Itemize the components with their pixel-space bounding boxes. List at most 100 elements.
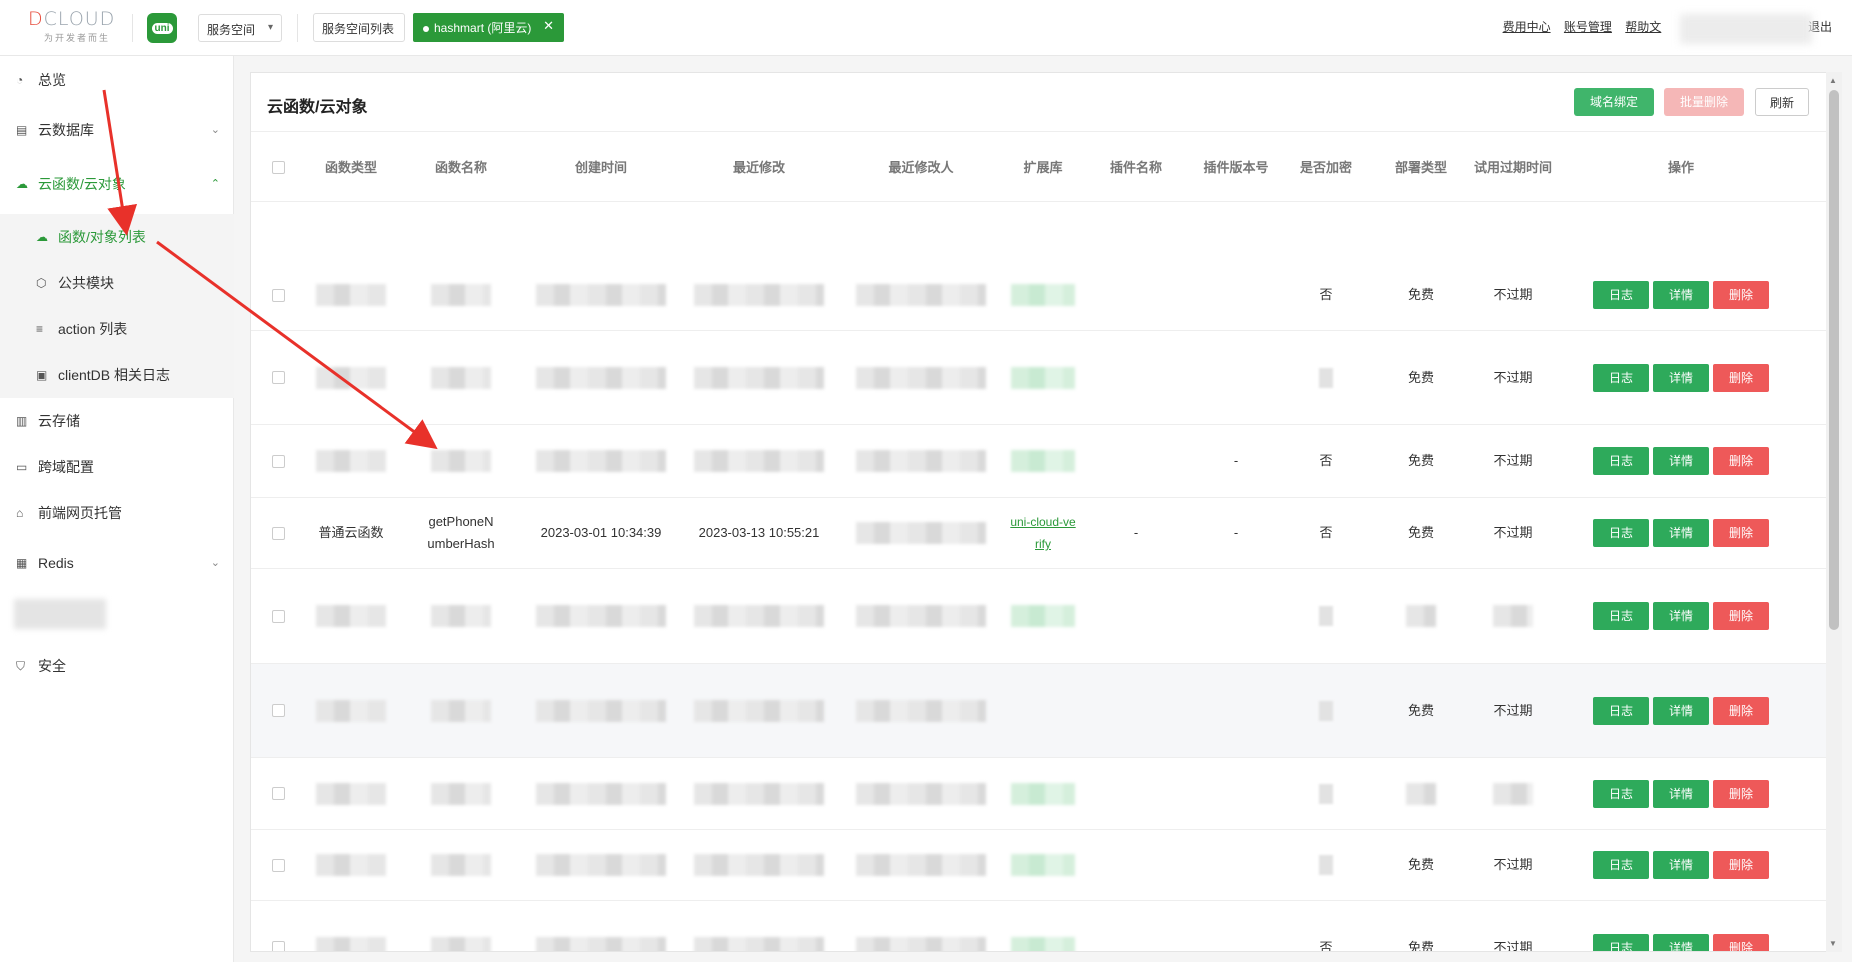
table-row[interactable]: 否 免费 不过期 日志 详情 删除: [251, 901, 1827, 951]
log-button[interactable]: 日志: [1593, 363, 1649, 392]
table-row[interactable]: 普通云函数 getPhoneNumberHash 2023-03-01 10:34:…: [251, 498, 1827, 569]
delete-button[interactable]: 删除: [1713, 519, 1769, 547]
select-all-checkbox[interactable]: [265, 132, 291, 203]
checkbox[interactable]: [271, 704, 285, 717]
delete-button[interactable]: 删除: [1713, 602, 1769, 630]
delete-button[interactable]: 删除: [1713, 447, 1769, 475]
delete-button[interactable]: 删除: [1713, 363, 1769, 392]
row-checkbox[interactable]: [265, 569, 291, 663]
dcloud-logo[interactable]: DCLOUD 为开发者而生: [28, 8, 120, 46]
domain-bind-button[interactable]: 域名绑定: [1574, 88, 1654, 116]
scroll-thumb[interactable]: [1829, 90, 1839, 630]
sidebar-item-hosting[interactable]: ⌂ 前端网页托管: [0, 493, 234, 533]
row-checkbox[interactable]: [265, 498, 291, 568]
delete-button[interactable]: 删除: [1713, 851, 1769, 879]
deploy-type: 免费: [1407, 453, 1434, 468]
row-checkbox[interactable]: [265, 758, 291, 829]
space-list-button[interactable]: 服务空间列表: [313, 13, 405, 42]
detail-button[interactable]: 详情: [1653, 363, 1709, 392]
checkbox[interactable]: [271, 941, 285, 951]
extension-link[interactable]: uni-cloud-verify: [1003, 498, 1083, 568]
billing-link[interactable]: 费用中心: [1503, 20, 1551, 34]
log-button[interactable]: 日志: [1593, 281, 1649, 309]
detail-button[interactable]: 详情: [1653, 779, 1709, 808]
row-checkbox[interactable]: [265, 331, 291, 424]
table-row[interactable]: 免费 不过期 日志 详情 删除: [251, 830, 1827, 901]
scroll-down-icon[interactable]: ▼: [1829, 939, 1837, 948]
modifier: [841, 260, 1001, 330]
delete-button[interactable]: 删除: [1713, 696, 1769, 725]
scrollbar[interactable]: ▲ ▼: [1826, 72, 1842, 952]
table-row[interactable]: 免费 不过期 日志 详情 删除: [251, 664, 1827, 758]
close-icon[interactable]: ✕: [543, 18, 554, 34]
sidebar-item-security[interactable]: ⛉ 安全: [0, 646, 234, 686]
detail-button[interactable]: 详情: [1653, 519, 1709, 547]
delete-button[interactable]: 删除: [1713, 779, 1769, 808]
space-select[interactable]: 服务空间 ▾: [198, 14, 282, 42]
sidebar-item-cloud-functions[interactable]: ☁ 云函数/云对象 ⌃: [0, 164, 234, 204]
checkbox[interactable]: [271, 609, 285, 623]
active-space-tab[interactable]: hashmart (阿里云) ✕: [413, 13, 564, 42]
table-row[interactable]: 否 免费 不过期 日志 详情 删除: [251, 260, 1827, 331]
checkbox[interactable]: [271, 787, 285, 800]
uni-logo[interactable]: uni: [147, 13, 177, 43]
log-button[interactable]: 日志: [1593, 779, 1649, 808]
log-button[interactable]: 日志: [1593, 602, 1649, 630]
table-row[interactable]: 日志 详情 删除: [251, 758, 1827, 830]
expire-time: 不过期: [1493, 369, 1533, 385]
table-row[interactable]: 免费 不过期 日志 详情 删除: [251, 331, 1827, 425]
account-link[interactable]: 账号管理: [1564, 20, 1612, 34]
col-name: 函数名称: [434, 159, 487, 175]
sidebar-item-database[interactable]: ▤ 云数据库 ⌄: [0, 110, 234, 150]
sidebar-item-storage[interactable]: ▥ 云存储: [0, 401, 234, 441]
redacted-text: [1406, 782, 1436, 805]
table-row[interactable]: - 否 免费 不过期 日志 详情 删除: [251, 425, 1827, 498]
detail-button[interactable]: 详情: [1653, 851, 1709, 879]
row-checkbox[interactable]: [265, 830, 291, 900]
row-checkbox[interactable]: [265, 901, 291, 951]
scroll-up-icon[interactable]: ▲: [1829, 76, 1837, 85]
sidebar-subitem-clientdb-log[interactable]: ▣ clientDB 相关日志: [0, 355, 234, 395]
ext-link[interactable]: uni-cloud-verify: [1003, 511, 1083, 555]
action-buttons: 日志 详情 删除: [1593, 363, 1769, 392]
checkbox[interactable]: [271, 288, 285, 302]
log-button[interactable]: 日志: [1593, 696, 1649, 725]
detail-button[interactable]: 详情: [1653, 696, 1709, 725]
sidebar-subitem-action-list[interactable]: ≡ action 列表: [0, 309, 234, 349]
detail-button[interactable]: 详情: [1653, 933, 1709, 951]
log-button[interactable]: 日志: [1593, 447, 1649, 475]
log-button[interactable]: 日志: [1593, 933, 1649, 951]
batch-delete-button[interactable]: 批量删除: [1664, 88, 1744, 116]
refresh-button[interactable]: 刷新: [1755, 88, 1809, 116]
detail-button[interactable]: 详情: [1653, 602, 1709, 630]
table-row[interactable]: 日志 详情 删除: [251, 569, 1827, 664]
log-icon: ▣: [36, 368, 48, 382]
function-type: [311, 830, 391, 900]
log-button[interactable]: 日志: [1593, 851, 1649, 879]
detail-button[interactable]: 详情: [1653, 281, 1709, 309]
database-icon: ▤: [16, 123, 28, 137]
sidebar-item-overview[interactable]: ◔ 总览: [0, 60, 234, 100]
checkbox[interactable]: [271, 371, 285, 384]
function-type: [311, 260, 391, 330]
checkbox[interactable]: [271, 454, 285, 468]
delete-button[interactable]: 删除: [1713, 933, 1769, 951]
storage-icon: ▥: [16, 414, 28, 428]
log-button[interactable]: 日志: [1593, 519, 1649, 547]
sidebar-item-redis[interactable]: ▦ Redis ⌄: [0, 543, 234, 583]
checkbox[interactable]: [271, 858, 285, 872]
sidebar-subitem-function-list[interactable]: ☁ 函数/对象列表: [0, 217, 234, 257]
help-link[interactable]: 帮助文: [1625, 20, 1661, 34]
redacted-text: [431, 605, 491, 627]
detail-button[interactable]: 详情: [1653, 447, 1709, 475]
redacted-text: [536, 699, 666, 722]
sidebar-item-cors[interactable]: ▭ 跨域配置: [0, 447, 234, 487]
checkbox[interactable]: [271, 526, 285, 540]
delete-button[interactable]: 删除: [1713, 281, 1769, 309]
row-checkbox[interactable]: [265, 425, 291, 497]
sidebar-subitem-common-modules[interactable]: ⬡ 公共模块: [0, 263, 234, 303]
row-checkbox[interactable]: [265, 260, 291, 330]
redacted-text: [856, 366, 986, 389]
row-checkbox[interactable]: [265, 664, 291, 757]
redacted-text: [856, 284, 986, 306]
